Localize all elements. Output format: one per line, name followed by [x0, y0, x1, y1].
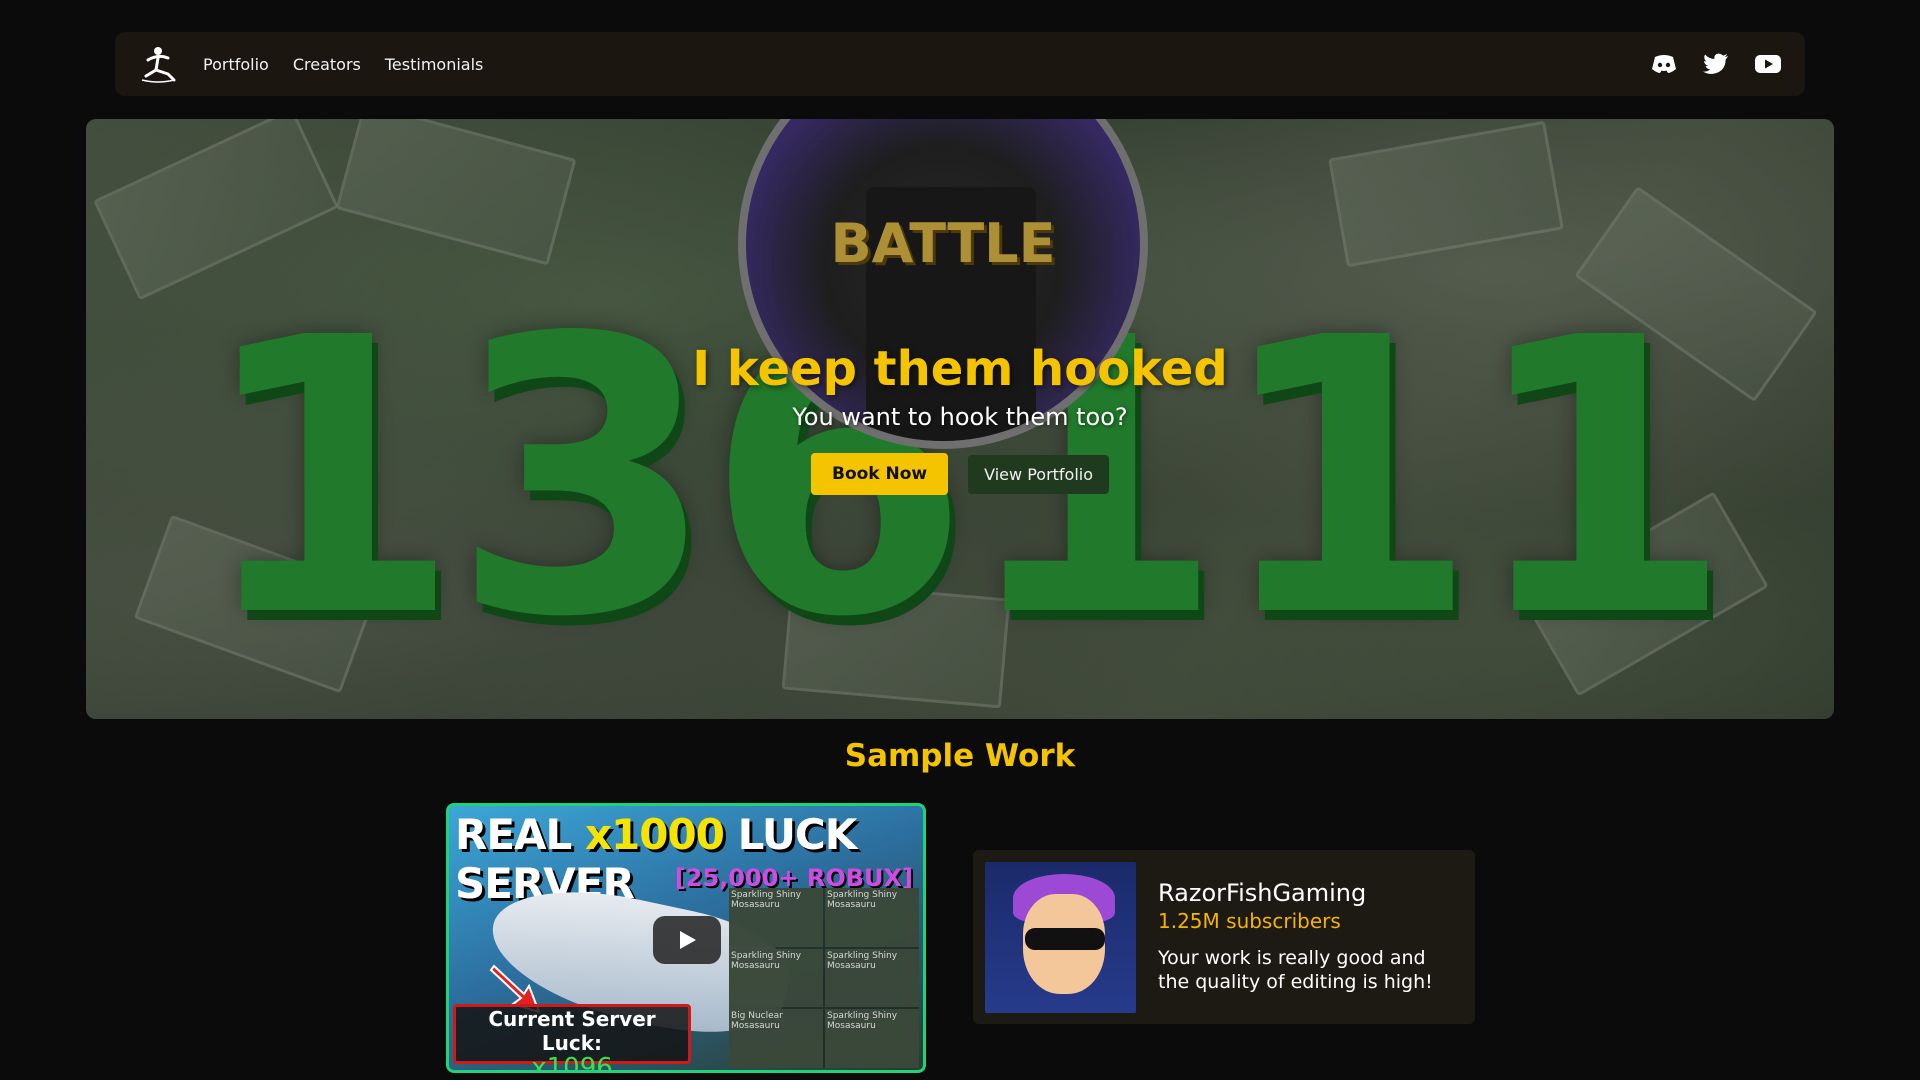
creator-name: RazorFishGaming [1158, 879, 1367, 908]
luck-label: Current Server Luck: [488, 1007, 656, 1055]
logo-icon[interactable] [137, 43, 179, 85]
video-title-part2: x1000 [584, 810, 725, 859]
luck-value: x1096 [531, 1053, 613, 1073]
avatar-glasses [1025, 927, 1105, 950]
nav-left: Portfolio Creators Testimonials [137, 43, 483, 85]
nav-link-portfolio[interactable]: Portfolio [203, 55, 269, 74]
testimonial-quote: Your work is really good and the quality… [1158, 947, 1433, 993]
testimonial-card: RazorFishGaming 1.25M subscribers Your w… [973, 850, 1475, 1024]
hero-banner: 136111 BATTLE I keep them hooked You wan… [86, 119, 1834, 719]
sample-work-title: Sample Work [844, 738, 1076, 774]
hero-subtitle: You want to hook them too? [792, 403, 1128, 431]
twitter-icon[interactable] [1703, 51, 1729, 77]
play-icon [680, 931, 696, 949]
hero-content: I keep them hooked You want to hook them… [86, 341, 1834, 495]
book-now-button[interactable]: Book Now [810, 453, 949, 495]
grid-cell: Sparkling Shiny Mosasauru [729, 948, 823, 1008]
nav-link-testimonials[interactable]: Testimonials [385, 55, 484, 74]
nav-link-creators[interactable]: Creators [293, 55, 361, 74]
sample-video-thumbnail[interactable]: REAL x1000 LUCK SERVER [25,000+ ROBUX] S… [446, 803, 926, 1073]
social-links [1651, 51, 1781, 77]
grid-cell: Sparkling Shiny Mosasauru [825, 948, 919, 1008]
youtube-icon[interactable] [1755, 51, 1781, 77]
creator-avatar [985, 861, 1136, 1013]
view-portfolio-button[interactable]: View Portfolio [968, 454, 1110, 494]
play-button[interactable] [653, 916, 721, 964]
grid-cell: Sparkling Shiny Mosasauru [825, 1009, 919, 1068]
navbar: Portfolio Creators Testimonials [115, 32, 1805, 96]
creator-subscribers: 1.25M subscribers [1158, 909, 1341, 934]
discord-icon[interactable] [1651, 51, 1677, 77]
grid-cell: Sparkling Shiny Mosasauru [825, 888, 919, 947]
inventory-grid: Sparkling Shiny Mosasauru Sparkling Shin… [729, 888, 919, 1068]
testimonial-text: RazorFishGaming 1.25M subscribers Your w… [1158, 879, 1458, 995]
server-luck-box: Current Server Luck: x1096 [453, 1004, 691, 1070]
hero-title: I keep them hooked [692, 341, 1228, 397]
grid-cell: Big Nuclear Mosasauru [729, 1009, 823, 1068]
grid-cell: Sparkling Shiny Mosasauru [729, 888, 823, 947]
hero-buttons: Book Now View Portfolio [810, 453, 1110, 495]
video-title-part1: REAL [455, 810, 572, 859]
